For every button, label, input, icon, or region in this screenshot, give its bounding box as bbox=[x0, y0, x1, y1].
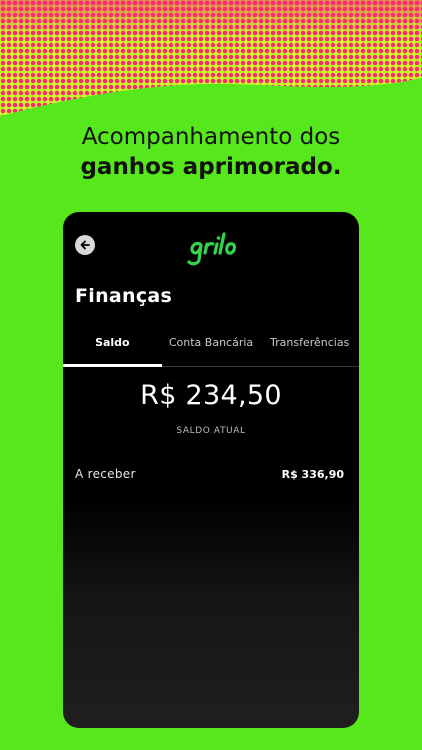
phone-screen: Finanças Saldo Conta Bancária Transferên… bbox=[63, 212, 359, 728]
app-top-bar bbox=[63, 212, 359, 272]
tab-conta-bancaria[interactable]: Conta Bancária bbox=[162, 330, 261, 366]
headline: Acompanhamento dos ganhos aprimorado. bbox=[0, 122, 422, 182]
headline-line-1: Acompanhamento dos bbox=[81, 124, 341, 150]
tab-bar: Saldo Conta Bancária Transferências bbox=[63, 330, 359, 367]
current-balance-label: SALDO ATUAL bbox=[176, 426, 246, 436]
current-balance: R$ 234,50 bbox=[140, 380, 282, 411]
headline-line-2: ganhos aprimorado. bbox=[80, 154, 342, 180]
grilo-logo bbox=[187, 232, 236, 266]
receivable-value: R$ 336,90 bbox=[281, 467, 344, 481]
page-title: Finanças bbox=[75, 285, 173, 307]
receivable-row: A receber R$ 336,90 bbox=[75, 467, 344, 481]
tab-transferencias[interactable]: Transferências bbox=[260, 330, 359, 366]
arrow-left-icon bbox=[80, 240, 90, 250]
halftone-pattern-decoration bbox=[0, 0, 422, 116]
back-button[interactable] bbox=[75, 235, 95, 255]
tab-saldo[interactable]: Saldo bbox=[63, 330, 162, 367]
receivable-label: A receber bbox=[75, 467, 136, 481]
